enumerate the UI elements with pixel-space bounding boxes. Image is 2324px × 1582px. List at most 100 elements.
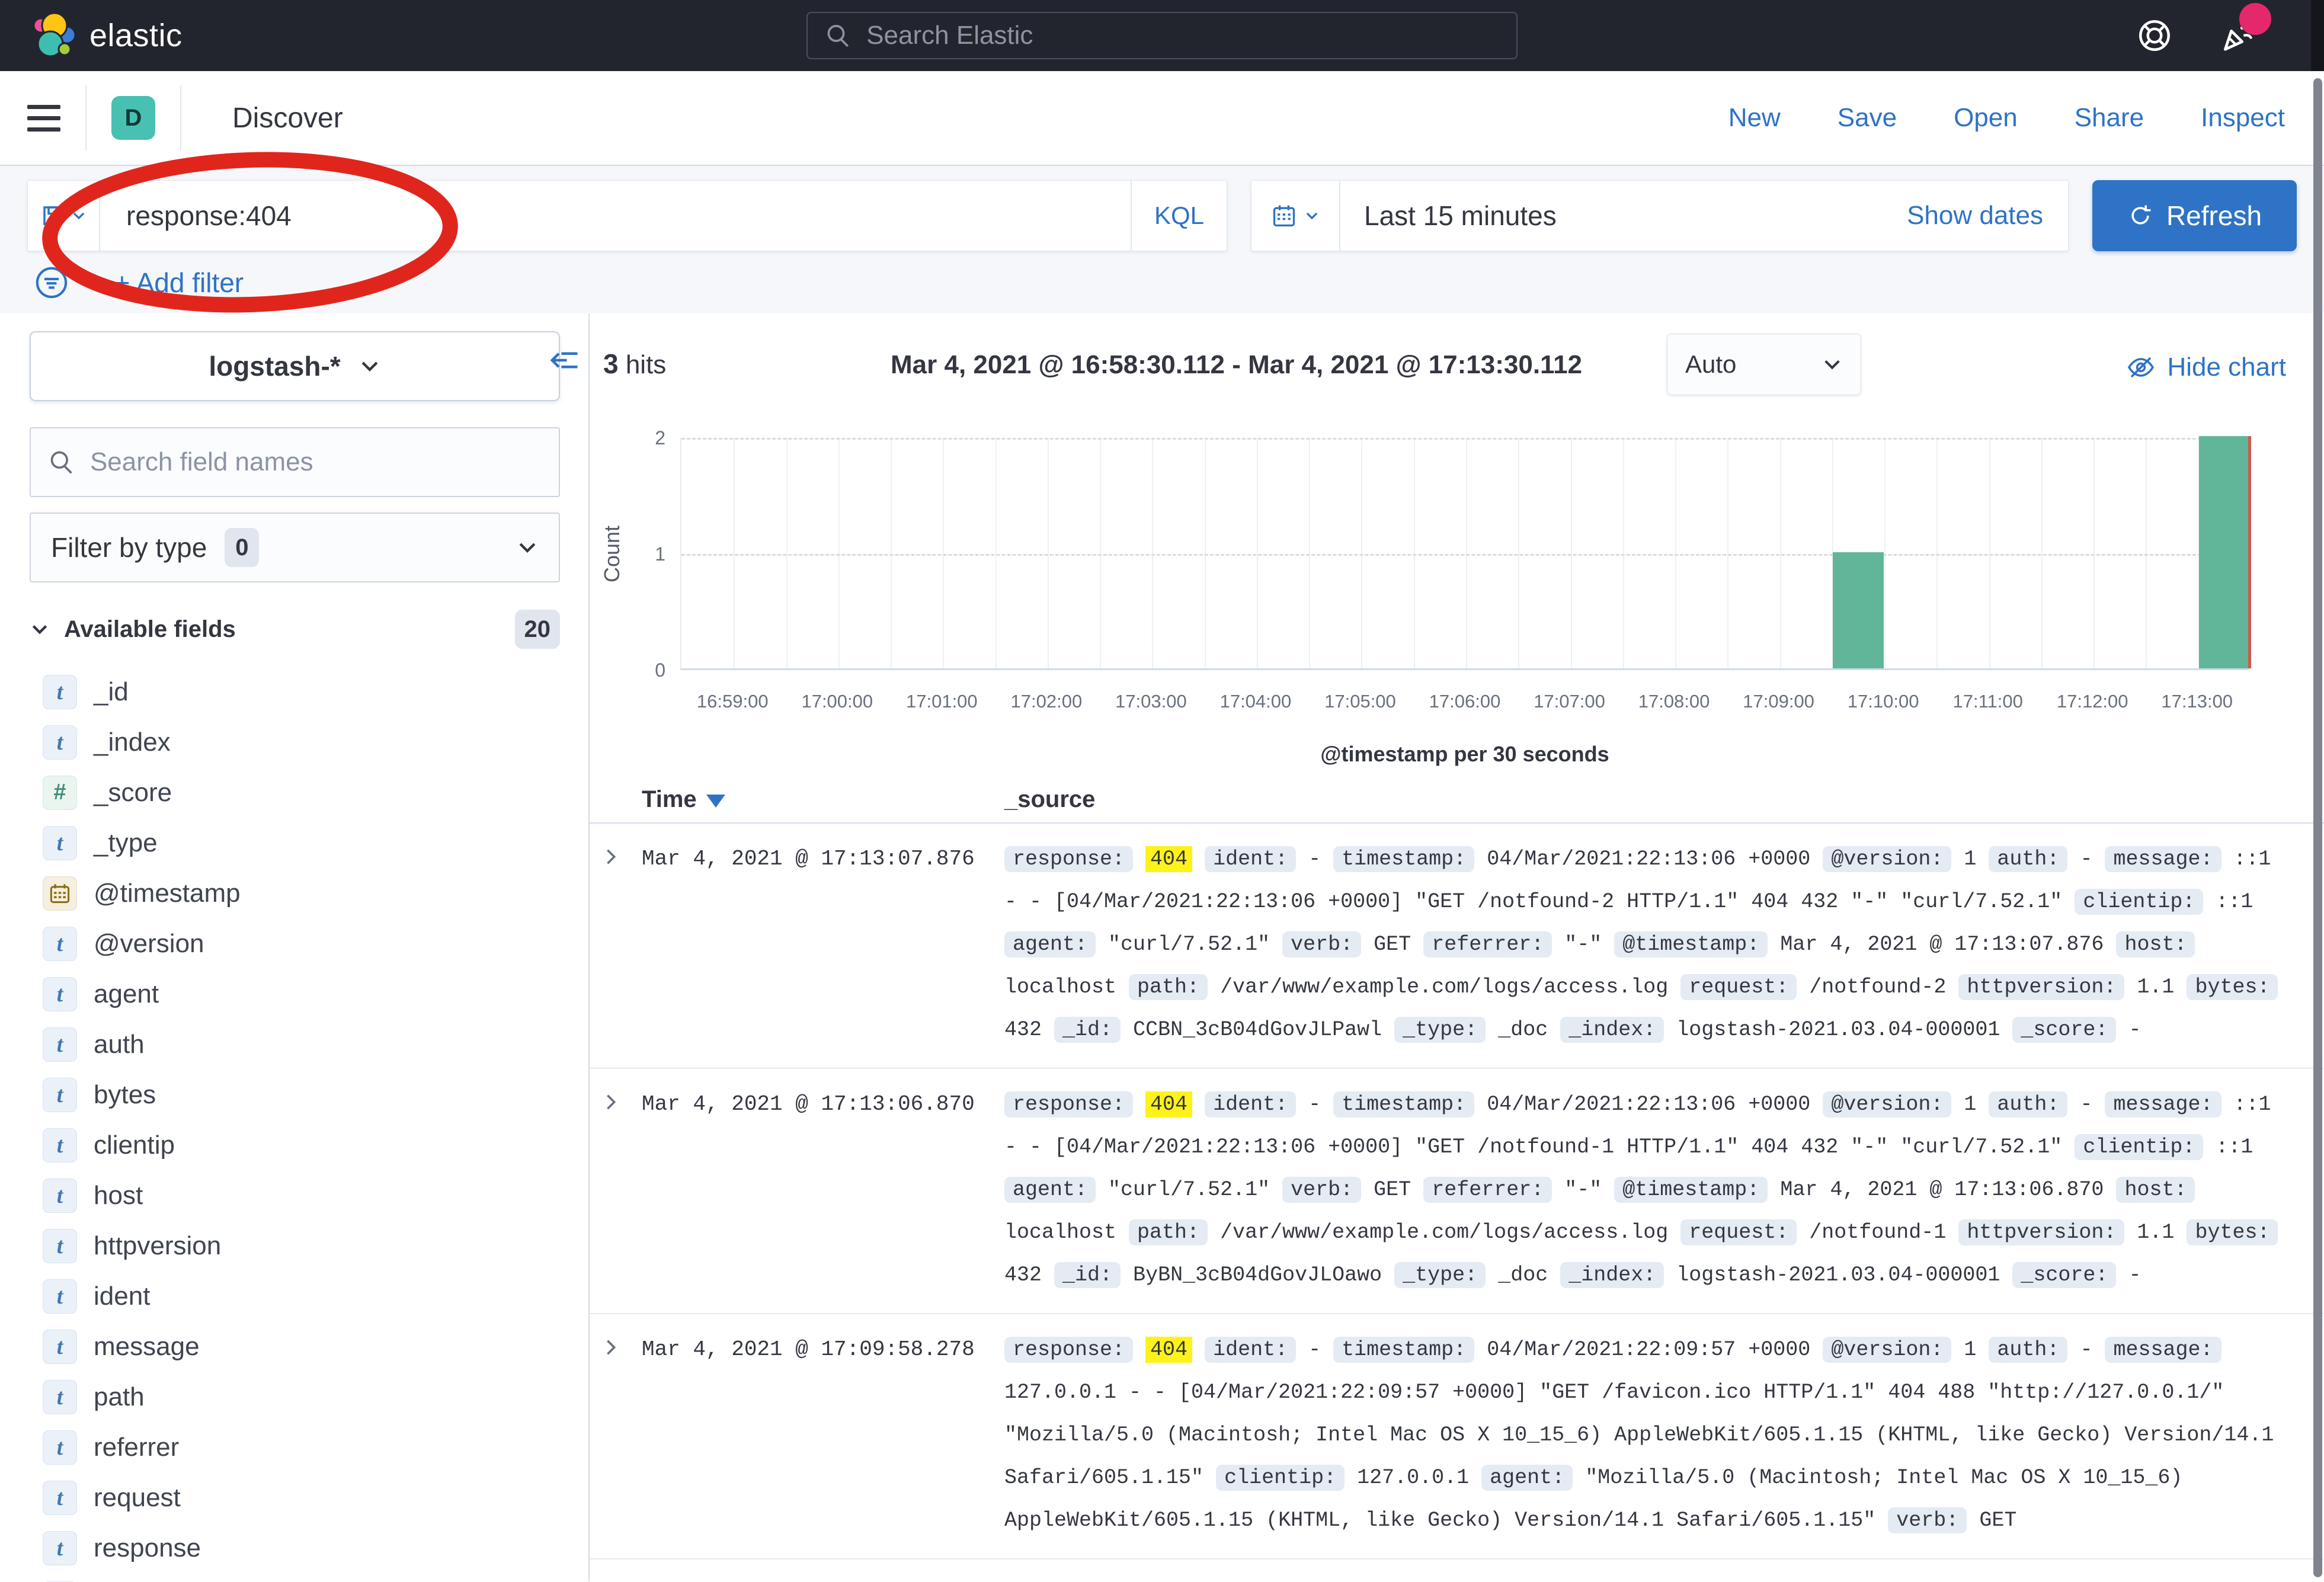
expand-row-button[interactable] [590,838,642,1051]
field-item-_score[interactable]: #_score [30,767,560,818]
field-name: _index [94,728,171,757]
hide-chart-button[interactable]: Hide chart [2127,353,2286,382]
table-row: Mar 4, 2021 @ 17:13:07.876response: 404 … [590,824,2324,1069]
field-name: _type [94,828,158,858]
source-field-badge: httpversion: [1958,974,2124,1000]
nav-action-share[interactable]: Share [2075,103,2144,133]
highlighted-value: 404 [1145,846,1192,872]
source-field-badge: _type: [1394,1017,1486,1043]
x-axis-title: @timestamp per 30 seconds [1320,742,1609,767]
chevron-down-icon [30,619,50,639]
histogram-bar[interactable] [2199,436,2250,668]
vertical-gridline [1884,438,1886,668]
collapse-sidebar-button[interactable] [548,344,580,379]
field-search[interactable] [30,427,560,497]
vertical-gridline [1675,438,1676,668]
field-search-input[interactable] [90,447,541,477]
column-header-time[interactable]: Time [642,786,1004,813]
nav-action-open[interactable]: Open [1954,103,2018,133]
source-field-badge: path: [1129,974,1208,1000]
source-field-badge: request: [1680,974,1797,1000]
field-item-_id[interactable]: t_id [30,667,560,717]
highlighted-value: 404 [1145,1337,1192,1363]
table-row: Mar 4, 2021 @ 17:13:06.870response: 404 … [590,1069,2324,1314]
field-item-@version[interactable]: t@version [30,918,560,969]
add-filter-button[interactable]: + Add filter [114,267,244,299]
source-field-badge: request: [1680,1219,1797,1245]
discover-app-badge[interactable]: D [111,96,155,140]
source-field-badge: host: [2116,931,2195,957]
date-picker-calendar-button[interactable] [1251,181,1340,251]
field-item-auth[interactable]: tauth [30,1019,560,1069]
nav-action-inspect[interactable]: Inspect [2201,103,2285,133]
text-field-icon: t [43,1330,77,1364]
field-item-request[interactable]: trequest [30,1472,560,1523]
refresh-button[interactable]: Refresh [2092,180,2297,251]
field-name: @timestamp [94,879,241,908]
vertical-gridline [1936,438,1938,668]
source-field-badge: clientip: [2075,1134,2203,1160]
x-axis-tick-label: 17:09:00 [1743,691,1814,712]
histogram-bar[interactable] [1833,552,1884,668]
refresh-label: Refresh [2166,200,2262,232]
query-language-button[interactable]: KQL [1131,181,1227,251]
field-item-_index[interactable]: t _index [30,717,560,767]
field-item-timestamp[interactable]: ttimestamp [30,1573,560,1582]
vertical-gridline [2093,438,2095,668]
scrollbar-thumb[interactable] [2313,78,2322,1577]
field-name: response [94,1533,201,1563]
interval-select[interactable]: Auto [1667,334,1861,395]
available-fields-header[interactable]: Available fields 20 [30,610,560,649]
text-field-icon: t [43,826,77,860]
global-search[interactable] [806,12,1518,59]
plot-area [680,438,2249,670]
global-search-input[interactable] [866,21,1499,50]
query-text[interactable]: response:404 [100,200,1131,232]
sort-desc-icon[interactable] [706,795,725,808]
date-picker: Last 15 minutes Show dates [1251,180,2069,251]
chevron-down-icon [71,208,87,223]
field-item-path[interactable]: tpath [30,1372,560,1422]
menu-hamburger-icon[interactable] [27,105,60,132]
source-field-badge: verb: [1282,931,1361,957]
text-field-icon: t [43,725,77,760]
nav-action-save[interactable]: Save [1838,103,1897,133]
document-table: Mar 4, 2021 @ 17:13:07.876response: 404 … [590,824,2324,1559]
source-field-badge: _score: [2012,1262,2116,1288]
field-item-ident[interactable]: tident [30,1271,560,1321]
filter-icon[interactable] [34,265,69,300]
expand-row-button[interactable] [590,1328,642,1542]
index-pattern-select[interactable]: logstash-* [30,331,560,401]
field-item-_type[interactable]: t _type [30,818,560,868]
vertical-gridline [1414,438,1415,668]
query-input[interactable]: response:404 KQL [27,180,1227,251]
source-field-badge: @version: [1823,846,1951,872]
field-item-agent[interactable]: tagent [30,969,560,1019]
source-field-badge: auth: [1989,1091,2067,1117]
help-button[interactable] [2136,17,2173,54]
field-item-referrer[interactable]: treferrer [30,1422,560,1472]
nav-action-new[interactable]: New [1728,103,1781,133]
time-range-value[interactable]: Last 15 minutes [1340,200,1557,232]
whats-new-button[interactable] [2219,17,2256,54]
field-item-response[interactable]: tresponse [30,1523,560,1573]
field-item-clientip[interactable]: tclientip [30,1120,560,1170]
y-axis-tick-label: 1 [590,543,665,565]
histogram-chart[interactable]: Count @timestamp per 30 seconds 01216:59… [590,417,2324,773]
field-item-host[interactable]: thost [30,1170,560,1221]
filter-by-type[interactable]: Filter by type 0 [30,513,560,582]
source-field-badge: auth: [1989,1337,2067,1363]
field-name: ident [94,1282,150,1311]
field-item-httpversion[interactable]: thttpversion [30,1221,560,1271]
field-item-message[interactable]: tmessage [30,1321,560,1372]
vertical-gridline [995,438,997,668]
field-item-bytes[interactable]: tbytes [30,1069,560,1120]
show-dates-button[interactable]: Show dates [1907,201,2068,230]
source-field-badge: message: [2105,1337,2221,1363]
field-item-@timestamp[interactable]: @timestamp [30,868,560,918]
fields-sidebar: logstash-* Filter by type 0 Available fi… [0,313,590,1581]
y-axis-tick-label: 0 [590,659,665,681]
vertical-gridline [1989,438,1990,668]
expand-row-button[interactable] [590,1083,642,1296]
saved-query-menu-button[interactable] [28,181,100,251]
